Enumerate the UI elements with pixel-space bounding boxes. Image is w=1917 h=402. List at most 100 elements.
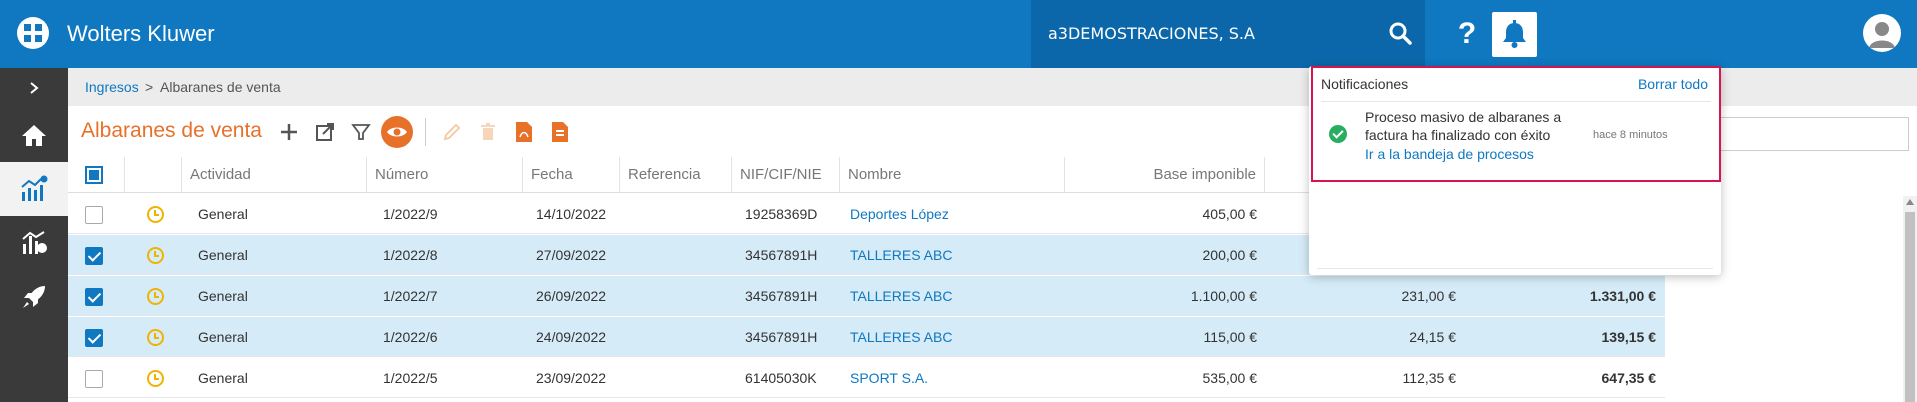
cell-numero: 1/2022/6 xyxy=(383,329,438,345)
column-header-actividad[interactable]: Actividad xyxy=(182,157,367,193)
cell-nif: 19258369D xyxy=(745,206,818,222)
breadcrumb-link-ingresos[interactable]: Ingresos xyxy=(85,79,139,95)
column-header-nombre[interactable]: Nombre xyxy=(840,157,1065,193)
cell-cuota: 24,15 € xyxy=(1409,329,1456,345)
help-button[interactable]: ? xyxy=(1449,14,1485,54)
cell-nombre-link[interactable]: Deportes López xyxy=(850,194,949,234)
cell-cuota: 231,00 € xyxy=(1401,288,1457,304)
cell-fecha: 26/09/2022 xyxy=(536,288,607,304)
breadcrumb-current: Albaranes de venta xyxy=(160,79,281,95)
row-checkbox[interactable] xyxy=(85,206,103,224)
search-icon[interactable] xyxy=(1387,20,1413,46)
select-all-cell xyxy=(68,157,125,193)
pending-clock-icon xyxy=(147,247,164,264)
row-checkbox[interactable] xyxy=(85,370,103,388)
clear-all-button[interactable]: Borrar todo xyxy=(1638,76,1708,92)
success-check-icon xyxy=(1329,125,1347,143)
cell-nombre-link[interactable]: TALLERES ABC xyxy=(850,317,952,357)
scroll-up-arrow-icon[interactable] xyxy=(1906,199,1914,205)
cell-numero: 1/2022/5 xyxy=(383,370,438,386)
cell-base-imponible: 405,00 € xyxy=(1202,206,1258,222)
reports-icon xyxy=(22,231,47,254)
select-all-checkbox[interactable] xyxy=(85,166,103,184)
cell-actividad: General xyxy=(198,329,248,345)
bell-icon xyxy=(1503,20,1526,48)
top-bar: Wolters Kluwer a3DEMOSTRACIONES, S.A ? xyxy=(0,0,1917,68)
sidebar xyxy=(0,68,68,402)
home-icon xyxy=(22,125,46,146)
pending-clock-icon xyxy=(147,370,164,387)
pending-clock-icon xyxy=(147,288,164,305)
notification-time: hace 8 minutos xyxy=(1593,129,1668,141)
pdf-icon[interactable] xyxy=(510,117,538,147)
cell-nif: 34567891H xyxy=(745,288,818,304)
cell-base-imponible: 1.100,00 € xyxy=(1190,288,1257,304)
cell-nombre-link[interactable]: TALLERES ABC xyxy=(850,276,952,316)
delete-trash-icon[interactable] xyxy=(474,117,502,147)
company-selector[interactable]: a3DEMOSTRACIONES, S.A xyxy=(1031,0,1425,68)
sidebar-item-launch[interactable] xyxy=(0,270,68,324)
cell-nif: 34567891H xyxy=(745,247,818,263)
view-eye-icon[interactable] xyxy=(381,116,413,148)
column-header-referencia[interactable]: Referencia xyxy=(620,157,732,193)
process-tray-link[interactable]: Ir a la bandeja de procesos xyxy=(1365,146,1534,162)
sidebar-item-home[interactable] xyxy=(0,108,68,162)
chart-icon xyxy=(21,175,48,201)
cell-nombre-link[interactable]: SPORT S.A. xyxy=(850,358,928,398)
toolbar-divider xyxy=(425,118,426,146)
cell-fecha: 14/10/2022 xyxy=(536,206,607,222)
cell-numero: 1/2022/7 xyxy=(383,288,438,304)
table-row[interactable]: General 1/2022/5 23/09/2022 61405030K SP… xyxy=(68,358,1665,398)
cell-actividad: General xyxy=(198,247,248,263)
notifications-panel: Notificaciones Borrar todo Proceso masiv… xyxy=(1309,66,1721,275)
pending-clock-icon xyxy=(147,329,164,346)
cell-numero: 1/2022/8 xyxy=(383,247,438,263)
cell-total: 1.331,00 € xyxy=(1589,288,1656,304)
column-header-fecha[interactable]: Fecha xyxy=(523,157,620,193)
brand-name: Wolters Kluwer xyxy=(67,21,215,46)
row-checkbox[interactable] xyxy=(85,288,103,306)
cell-fecha: 24/09/2022 xyxy=(536,329,607,345)
notifications-button[interactable] xyxy=(1492,12,1537,57)
table-search-input[interactable] xyxy=(1700,117,1909,151)
divider xyxy=(1317,268,1713,269)
edit-pencil-icon[interactable] xyxy=(438,117,466,147)
cell-nombre-link[interactable]: TALLERES ABC xyxy=(850,235,952,275)
column-header-numero[interactable]: Número xyxy=(367,157,523,193)
cell-base-imponible: 200,00 € xyxy=(1202,247,1258,263)
user-avatar-icon[interactable] xyxy=(1863,14,1901,52)
table-row[interactable]: General 1/2022/7 26/09/2022 34567891H TA… xyxy=(68,276,1665,316)
cell-base-imponible: 535,00 € xyxy=(1202,370,1258,386)
cell-actividad: General xyxy=(198,288,248,304)
cell-actividad: General xyxy=(198,370,248,386)
column-header-nif[interactable]: NIF/CIF/NIE xyxy=(732,157,840,193)
cell-nif: 34567891H xyxy=(745,329,818,345)
vertical-scrollbar[interactable] xyxy=(1903,196,1917,402)
rocket-icon xyxy=(23,286,45,308)
expand-sidebar-chevron-icon[interactable] xyxy=(0,68,68,108)
cell-fecha: 23/09/2022 xyxy=(536,370,607,386)
sidebar-item-analytics[interactable] xyxy=(0,162,68,216)
scrollbar-thumb[interactable] xyxy=(1905,212,1915,402)
export-document-icon[interactable] xyxy=(546,117,574,147)
sidebar-item-reports[interactable] xyxy=(0,216,68,270)
table-row[interactable]: General 1/2022/6 24/09/2022 34567891H TA… xyxy=(68,317,1665,357)
row-checkbox[interactable] xyxy=(85,329,103,347)
row-checkbox[interactable] xyxy=(85,247,103,265)
wolters-kluwer-logo-icon[interactable] xyxy=(17,17,49,49)
cell-base-imponible: 115,00 € xyxy=(1203,329,1257,345)
cell-actividad: General xyxy=(198,206,248,222)
notifications-title: Notificaciones xyxy=(1321,76,1409,92)
open-external-icon[interactable] xyxy=(311,117,339,147)
cell-nif: 61405030K xyxy=(745,370,817,386)
cell-numero: 1/2022/9 xyxy=(383,206,438,222)
page-title: Albaranes de venta xyxy=(81,119,262,142)
divider xyxy=(1321,101,1711,102)
cell-total: 647,35 € xyxy=(1601,370,1657,386)
company-name: a3DEMOSTRACIONES, S.A xyxy=(1048,24,1255,43)
notification-message: Proceso masivo de albaranes a factura ha… xyxy=(1365,109,1562,143)
add-icon[interactable] xyxy=(275,117,303,147)
cell-fecha: 27/09/2022 xyxy=(536,247,607,263)
filter-icon[interactable] xyxy=(347,117,375,147)
column-header-base-imponible[interactable]: Base imponible xyxy=(1065,157,1265,193)
